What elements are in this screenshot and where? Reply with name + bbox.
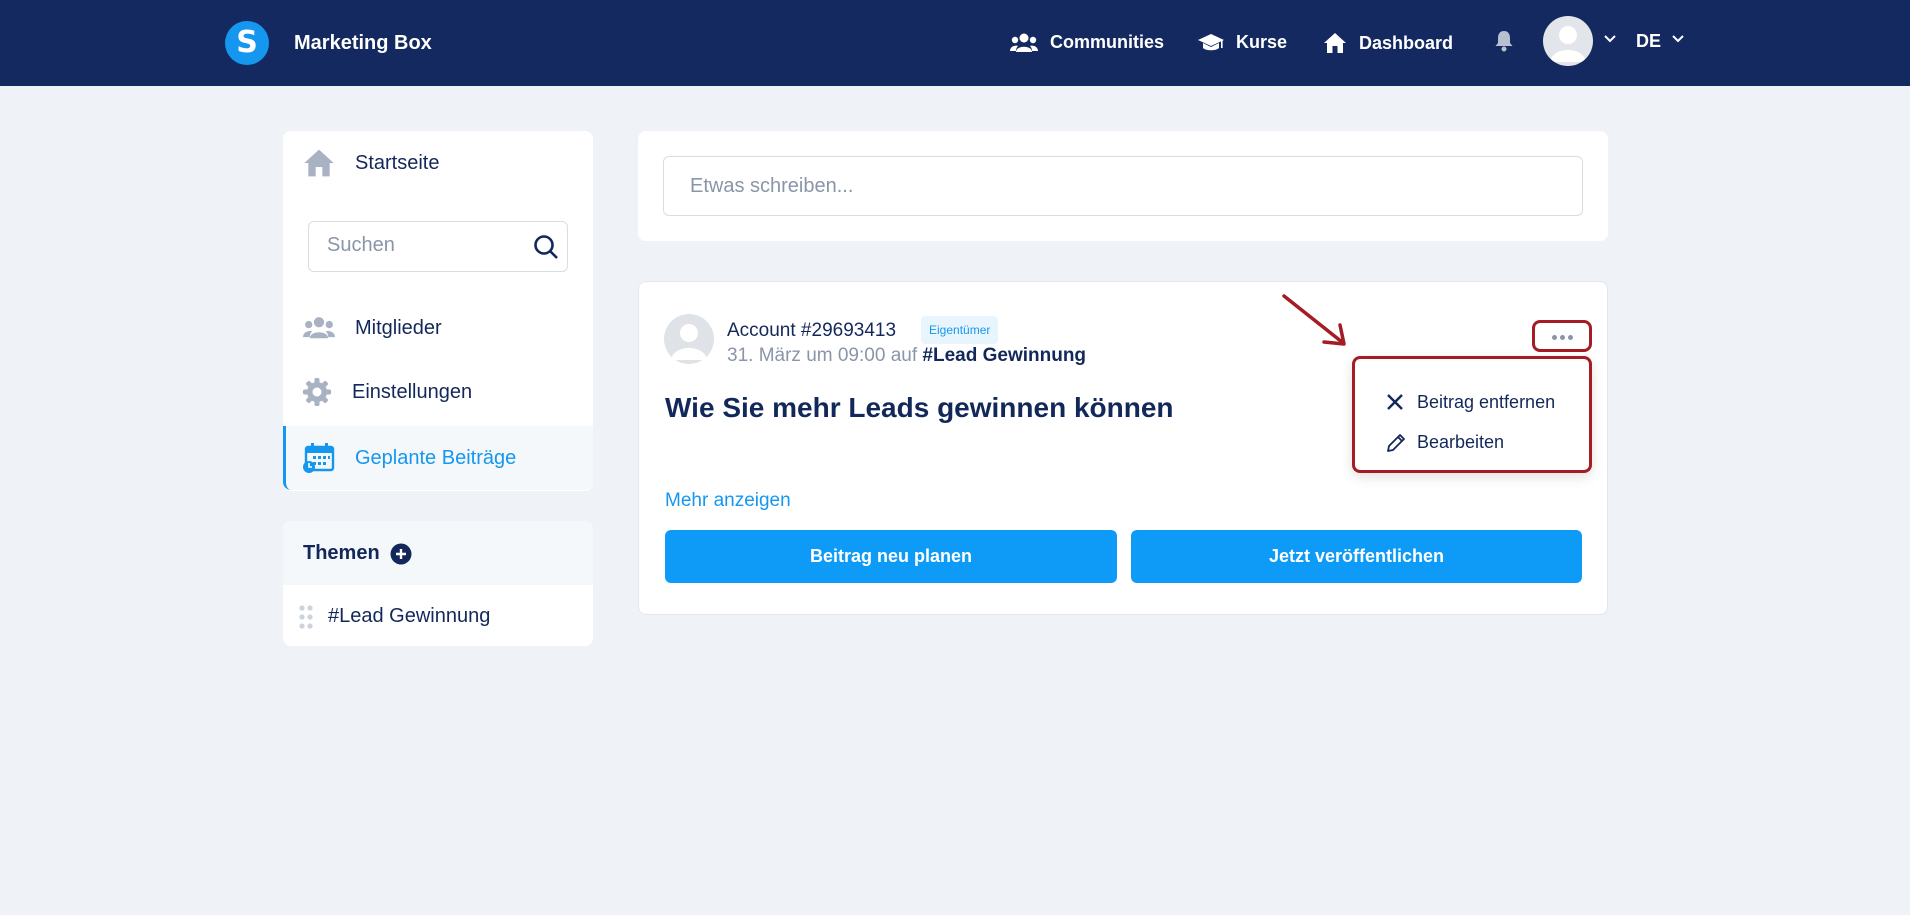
gear-icon [303, 378, 331, 406]
drag-handle-icon[interactable] [298, 604, 314, 630]
sidebar-item-label: Startseite [355, 151, 440, 174]
topic-label: #Lead Gewinnung [328, 605, 491, 627]
home-icon [304, 149, 334, 177]
composer-card [638, 131, 1608, 241]
sidebar-item-geplante-beitraege[interactable]: Geplante Beiträge [283, 426, 593, 490]
menu-item-remove-post[interactable]: Beitrag entfernen [1355, 383, 1589, 421]
annotation-arrow-icon [1282, 294, 1346, 346]
nav-kurse-label: Kurse [1236, 32, 1288, 52]
author-name[interactable]: Account #29693413 [727, 320, 896, 342]
topics-title: Themen [303, 542, 380, 564]
menu-item-label: Beitrag entfernen [1417, 392, 1556, 412]
members-icon [303, 317, 335, 339]
reschedule-button[interactable]: Beitrag neu planen [665, 530, 1117, 583]
more-dots-icon [1568, 335, 1573, 340]
users-icon [1010, 33, 1038, 52]
more-dots-icon [1552, 335, 1557, 340]
top-navbar: S Marketing Box Communities Kurse Dashbo… [0, 0, 1910, 86]
sidebar-item-mitglieder[interactable]: Mitglieder [283, 296, 593, 360]
nav-communities[interactable]: Communities [1010, 32, 1164, 53]
nav-communities-label: Communities [1050, 32, 1165, 52]
sidebar-search [308, 221, 568, 272]
logo[interactable]: S [225, 21, 269, 65]
search-icon[interactable] [533, 234, 559, 260]
post-meta: 31. März um 09:00 auf #Lead Gewinnung [727, 345, 1086, 367]
home-icon [1324, 33, 1346, 53]
calendar-icon [303, 443, 335, 473]
more-dots-icon [1560, 335, 1565, 340]
pencil-icon [1387, 434, 1405, 452]
chevron-down-icon[interactable] [1603, 34, 1617, 44]
composer-input[interactable] [663, 156, 1583, 216]
topics-header: Themen [283, 521, 593, 585]
menu-item-label: Bearbeiten [1417, 432, 1505, 452]
graduation-cap-icon [1198, 33, 1224, 50]
language-selector[interactable]: DE [1636, 31, 1661, 52]
show-more-link[interactable]: Mehr anzeigen [665, 490, 791, 512]
post-title: Wie Sie mehr Leads gewinnen können [665, 392, 1174, 423]
sidebar-item-einstellungen[interactable]: Einstellungen [283, 360, 593, 424]
sidebar-item-label: Einstellungen [352, 380, 473, 403]
bell-icon[interactable] [1492, 29, 1516, 53]
sidebar-item-label: Mitglieder [355, 316, 442, 339]
post-date: 31. März um 09:00 [727, 345, 886, 366]
post-options-button[interactable] [1532, 320, 1592, 352]
author-avatar[interactable] [664, 314, 714, 364]
sidebar-item-home[interactable]: Startseite [283, 131, 593, 195]
user-avatar[interactable] [1543, 16, 1593, 66]
search-input[interactable] [327, 234, 527, 257]
close-icon [1387, 394, 1403, 410]
language-chevron-icon[interactable] [1671, 34, 1685, 44]
post-topic-link[interactable]: #Lead Gewinnung [922, 345, 1086, 366]
owner-badge: Eigentümer [921, 316, 999, 344]
nav-kurse[interactable]: Kurse [1198, 32, 1287, 53]
topic-item[interactable]: #Lead Gewinnung [283, 585, 593, 646]
publish-now-button[interactable]: Jetzt veröffentlichen [1131, 530, 1582, 583]
add-topic-icon[interactable] [390, 543, 412, 565]
nav-dashboard-label: Dashboard [1359, 32, 1454, 53]
sidebar-item-label: Geplante Beiträge [355, 446, 517, 469]
nav-dashboard[interactable]: Dashboard [1323, 32, 1453, 54]
topics-panel: Themen #Lead Gewinnung [283, 521, 593, 646]
menu-item-edit-post[interactable]: Bearbeiten [1355, 423, 1589, 461]
post-options-menu: Beitrag entfernen Bearbeiten [1352, 356, 1592, 473]
sidebar-nav: Startseite Mitglieder Einstellungen [283, 131, 593, 491]
brand-name[interactable]: Marketing Box [294, 32, 432, 55]
post-meta-on: auf [890, 345, 918, 366]
